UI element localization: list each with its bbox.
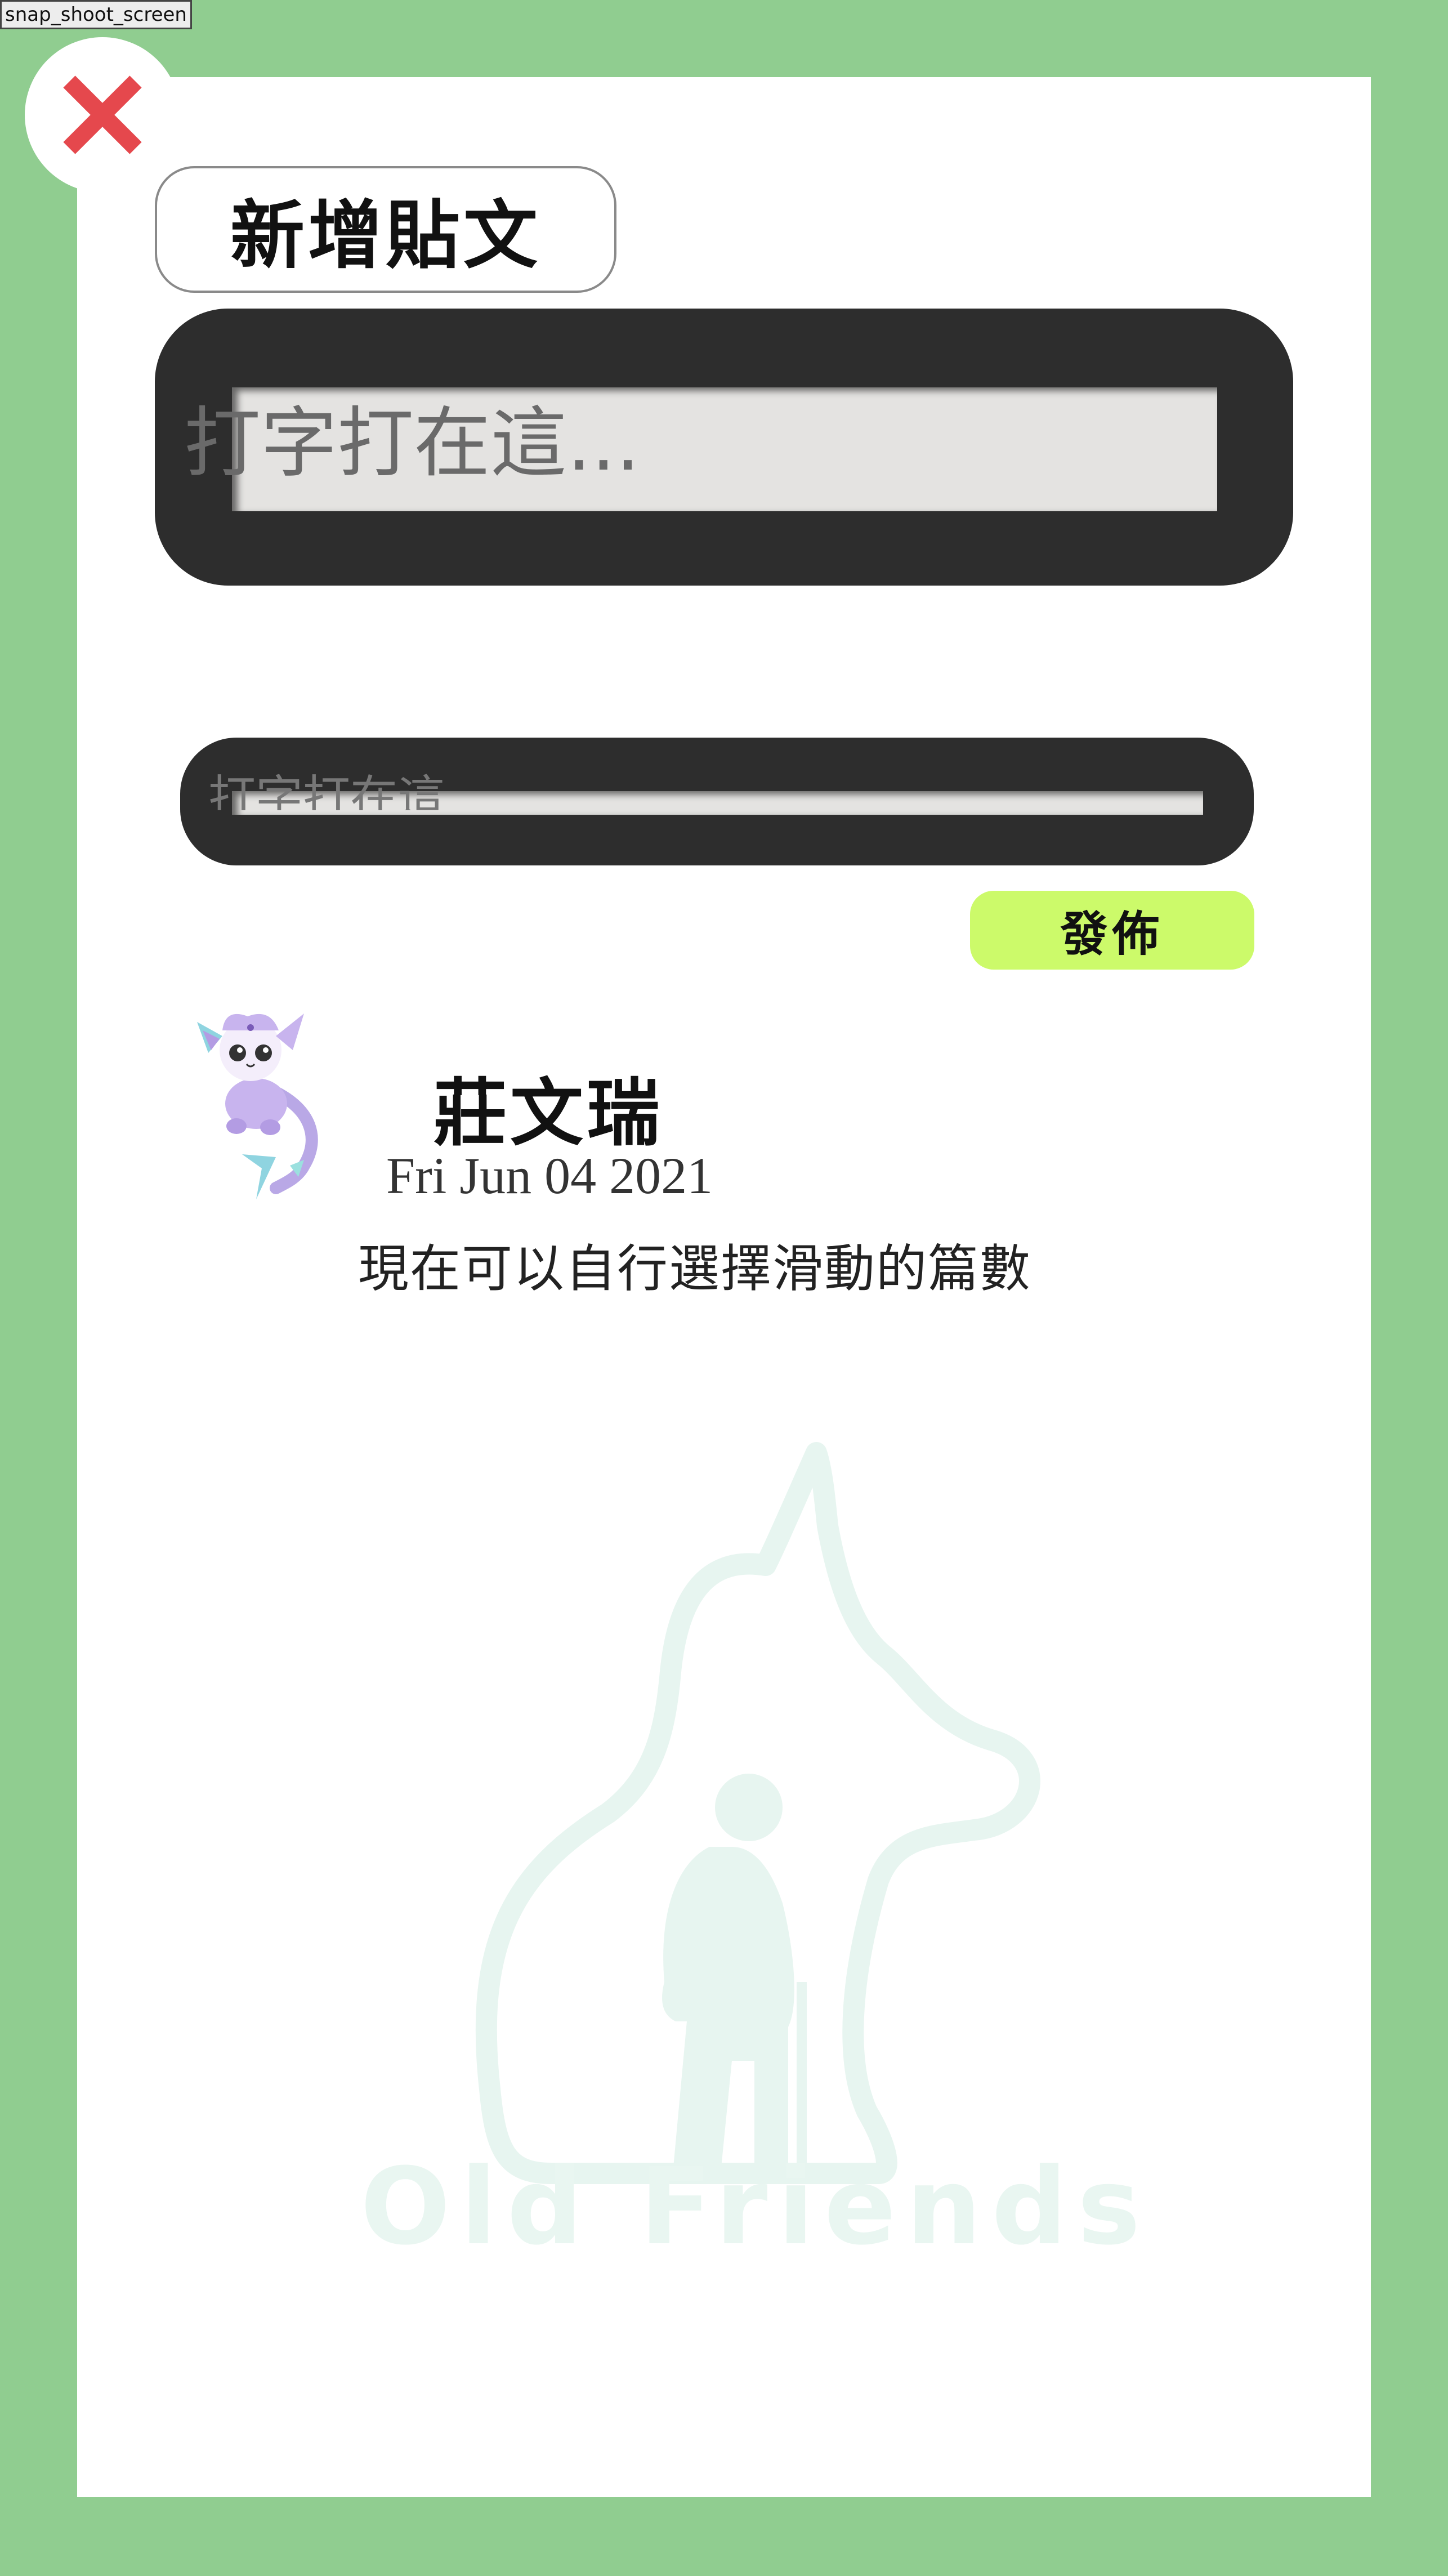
post-content: 現在可以自行選擇滑動的篇數 bbox=[358, 1239, 1031, 1298]
page-title-container: 新增貼文 bbox=[155, 166, 616, 293]
main-input-placeholder: 打字打在這... bbox=[184, 399, 640, 488]
post-date: Fri Jun 04 2021 bbox=[386, 1147, 713, 1204]
avatar bbox=[197, 1014, 318, 1199]
page-title: 新增貼文 bbox=[230, 193, 541, 279]
close-x-icon bbox=[63, 75, 142, 154]
author-name: 莊文瑞 bbox=[433, 1070, 664, 1156]
close-button[interactable] bbox=[25, 37, 180, 193]
snapshot-button[interactable]: snap_shoot_screen bbox=[0, 0, 192, 29]
publish-button[interactable]: 發佈 bbox=[970, 891, 1254, 970]
watermark-text: Old Friends bbox=[360, 2145, 1151, 2269]
